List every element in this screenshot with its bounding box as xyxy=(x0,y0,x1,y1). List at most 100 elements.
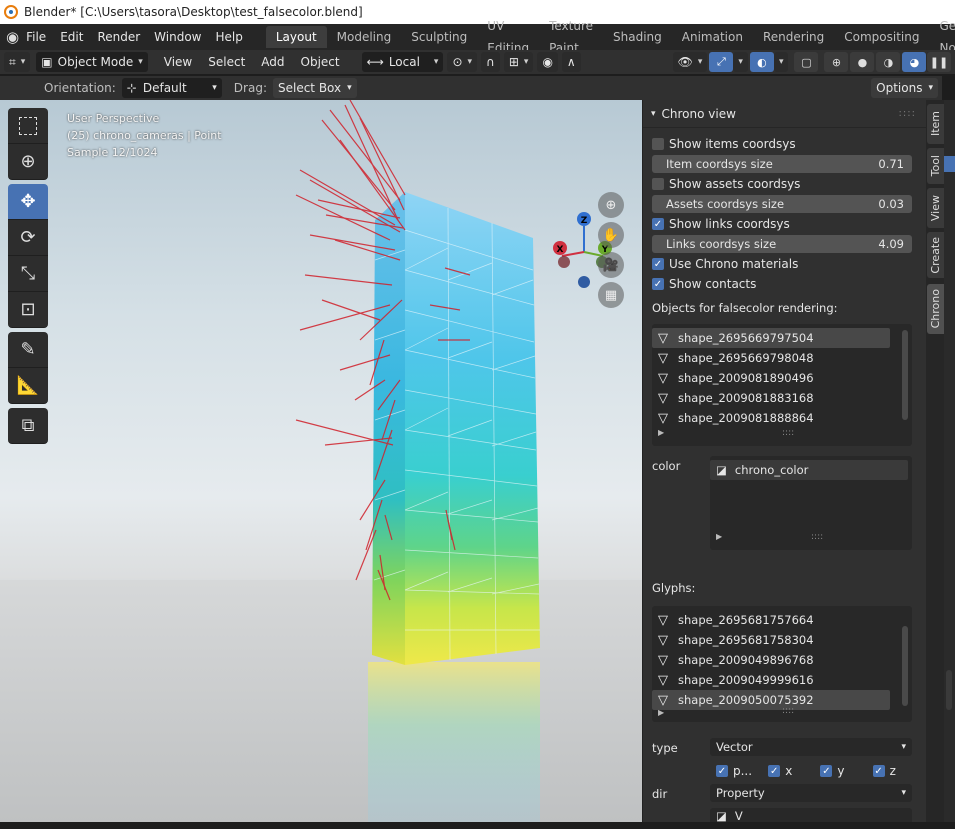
add-cube-tool[interactable]: ⧉ xyxy=(8,408,48,444)
gizmo-menu[interactable]: ▾ xyxy=(733,52,748,72)
tab-modeling[interactable]: Modeling xyxy=(327,26,402,48)
dir-dropdown[interactable]: Property ▾ xyxy=(710,784,912,802)
rotate-tool[interactable]: ⟳ xyxy=(8,220,48,256)
menu-view[interactable]: View xyxy=(156,55,200,69)
measure-tool[interactable]: 📐 xyxy=(8,368,48,404)
component-y-toggle[interactable]: ✓ y xyxy=(820,764,872,778)
gizmo-toggle[interactable]: ⤢ xyxy=(709,52,734,72)
list-item[interactable]: ▽ shape_2009049896768 xyxy=(652,650,890,670)
panel-header[interactable]: ▾ Chrono view :::: xyxy=(643,100,926,128)
mode-dropdown[interactable]: ▣ Object Mode ▾ xyxy=(36,52,148,72)
list-scrollbar[interactable] xyxy=(902,626,908,706)
show-links-coordsys-checkbox[interactable]: ✓ xyxy=(652,218,664,230)
shading-material[interactable]: ◑ xyxy=(876,52,901,72)
camera-view-button[interactable]: 🎥 xyxy=(598,252,624,278)
component-z-checkbox[interactable]: ✓ xyxy=(872,765,885,777)
options-dropdown[interactable]: Options ▾ xyxy=(871,78,938,98)
use-chrono-materials-row[interactable]: ✓ Use Chrono materials xyxy=(652,254,912,274)
3d-viewport[interactable]: User Perspective (25) chrono_cameras | P… xyxy=(0,100,642,822)
drag-dropdown[interactable]: Select Box ▾ xyxy=(272,78,357,98)
transform-orientation-dropdown[interactable]: ⟷ Local ▾ xyxy=(361,52,444,72)
overlays-menu[interactable]: ▾ xyxy=(773,52,789,72)
pivot-point-button[interactable]: ⊙ ▾ xyxy=(447,52,478,72)
select-box-tool[interactable] xyxy=(8,108,48,144)
type-dropdown[interactable]: Vector ▾ xyxy=(710,738,912,756)
move-tool[interactable]: ✥ xyxy=(8,184,48,220)
tab-view[interactable]: View xyxy=(927,188,944,228)
menu-file[interactable]: File xyxy=(19,24,53,50)
component-p-toggle[interactable]: ✓ p... xyxy=(716,764,768,778)
component-y-checkbox[interactable]: ✓ xyxy=(820,765,833,777)
list-item[interactable]: ▽ shape_2695669798048 xyxy=(652,348,890,368)
show-contacts-checkbox[interactable]: ✓ xyxy=(652,278,664,290)
falloff-button[interactable]: ∧ xyxy=(561,52,581,72)
orientation-dropdown[interactable]: ⊹ Default ▾ xyxy=(121,78,222,98)
menu-object[interactable]: Object xyxy=(293,55,348,69)
list-item[interactable]: ▽ shape_2009049999616 xyxy=(652,670,890,690)
tab-sculpting[interactable]: Sculpting xyxy=(401,26,477,48)
annotate-tool[interactable]: ✎ xyxy=(8,332,48,368)
assets-coordsys-size-slider[interactable]: Assets coordsys size 0.03 xyxy=(652,195,912,213)
menu-render[interactable]: Render xyxy=(90,24,147,50)
item-coordsys-size-slider[interactable]: Item coordsys size 0.71 xyxy=(652,155,912,173)
tab-layout[interactable]: Layout xyxy=(265,26,327,48)
resize-grip-icon[interactable]: :::: xyxy=(782,428,794,438)
xray-toggle[interactable]: ▢ xyxy=(794,52,819,72)
resize-grip-icon[interactable]: :::: xyxy=(811,532,823,542)
show-assets-coordsys-checkbox[interactable] xyxy=(652,178,664,190)
visibility-button[interactable]: 👁 ▾ xyxy=(672,52,708,72)
menu-help[interactable]: Help xyxy=(209,24,250,50)
tab-shading[interactable]: Shading xyxy=(603,26,672,48)
blender-menu-icon[interactable]: ◉ xyxy=(6,24,19,50)
list-item[interactable]: ▽ shape_2009081890496 xyxy=(652,368,890,388)
list-item[interactable]: ◪ chrono_color xyxy=(710,460,908,480)
show-contacts-row[interactable]: ✓ Show contacts xyxy=(652,274,912,294)
shading-rendered[interactable]: ◕ xyxy=(902,52,927,72)
show-assets-coordsys-row[interactable]: Show assets coordsys xyxy=(652,174,912,194)
menu-edit[interactable]: Edit xyxy=(53,24,90,50)
tab-rendering[interactable]: Rendering xyxy=(753,26,834,48)
menu-select[interactable]: Select xyxy=(200,55,253,69)
show-links-coordsys-row[interactable]: ✓ Show links coordsys xyxy=(652,214,912,234)
show-items-coordsys-checkbox[interactable] xyxy=(652,138,664,150)
tab-create[interactable]: Create xyxy=(927,232,944,278)
expand-arrow-icon[interactable]: ▶ xyxy=(658,428,664,437)
tab-chrono[interactable]: Chrono xyxy=(927,284,944,334)
list-item[interactable]: ▽ shape_2695681757664 xyxy=(652,610,890,630)
snap-target-button[interactable]: ⊞ ▾ xyxy=(503,52,534,72)
tab-tool[interactable]: Tool xyxy=(927,148,944,184)
pan-button[interactable]: ✋ xyxy=(598,222,624,248)
component-x-checkbox[interactable]: ✓ xyxy=(768,765,781,777)
component-z-toggle[interactable]: ✓ z xyxy=(872,764,912,778)
component-x-toggle[interactable]: ✓ x xyxy=(768,764,820,778)
show-items-coordsys-row[interactable]: Show items coordsys xyxy=(652,134,912,154)
perspective-toggle-button[interactable]: ▦ xyxy=(598,282,624,308)
links-coordsys-size-slider[interactable]: Links coordsys size 4.09 xyxy=(652,235,912,253)
list-item[interactable]: ▽ shape_2695681758304 xyxy=(652,630,890,650)
sidebar-toggle-indicator[interactable] xyxy=(944,156,955,172)
use-chrono-materials-checkbox[interactable]: ✓ xyxy=(652,258,664,270)
list-scrollbar[interactable] xyxy=(902,330,908,420)
zoom-button[interactable]: ⊕ xyxy=(598,192,624,218)
tab-item[interactable]: Item xyxy=(927,104,944,144)
scroll-indicator[interactable] xyxy=(946,670,952,710)
cursor-tool[interactable]: ⊕ xyxy=(8,144,48,180)
overlays-toggle[interactable]: ◐ xyxy=(749,52,774,72)
list-item[interactable]: ▽ shape_2695669797504 xyxy=(652,328,890,348)
drag-grip-icon[interactable]: :::: xyxy=(899,108,916,119)
component-p-checkbox[interactable]: ✓ xyxy=(716,765,728,777)
menu-window[interactable]: Window xyxy=(147,24,208,50)
transform-tool[interactable]: ⊡ xyxy=(8,292,48,328)
expand-arrow-icon[interactable]: ▶ xyxy=(716,532,722,541)
snap-toggle[interactable]: ∩ xyxy=(481,52,500,72)
editor-type-button[interactable]: ⌗ ▾ xyxy=(4,52,31,72)
list-item[interactable]: ▽ shape_2009081883168 xyxy=(652,388,890,408)
tab-compositing[interactable]: Compositing xyxy=(834,26,929,48)
expand-arrow-icon[interactable]: ▶ xyxy=(658,708,664,717)
proportional-edit-toggle[interactable]: ◉ xyxy=(537,52,558,72)
resize-grip-icon[interactable]: :::: xyxy=(782,706,794,716)
shading-wireframe[interactable]: ⊕ xyxy=(824,52,849,72)
list-item[interactable]: ▽ shape_2009050075392 xyxy=(652,690,890,710)
scale-tool[interactable]: ⤡ xyxy=(8,256,48,292)
menu-add[interactable]: Add xyxy=(253,55,292,69)
